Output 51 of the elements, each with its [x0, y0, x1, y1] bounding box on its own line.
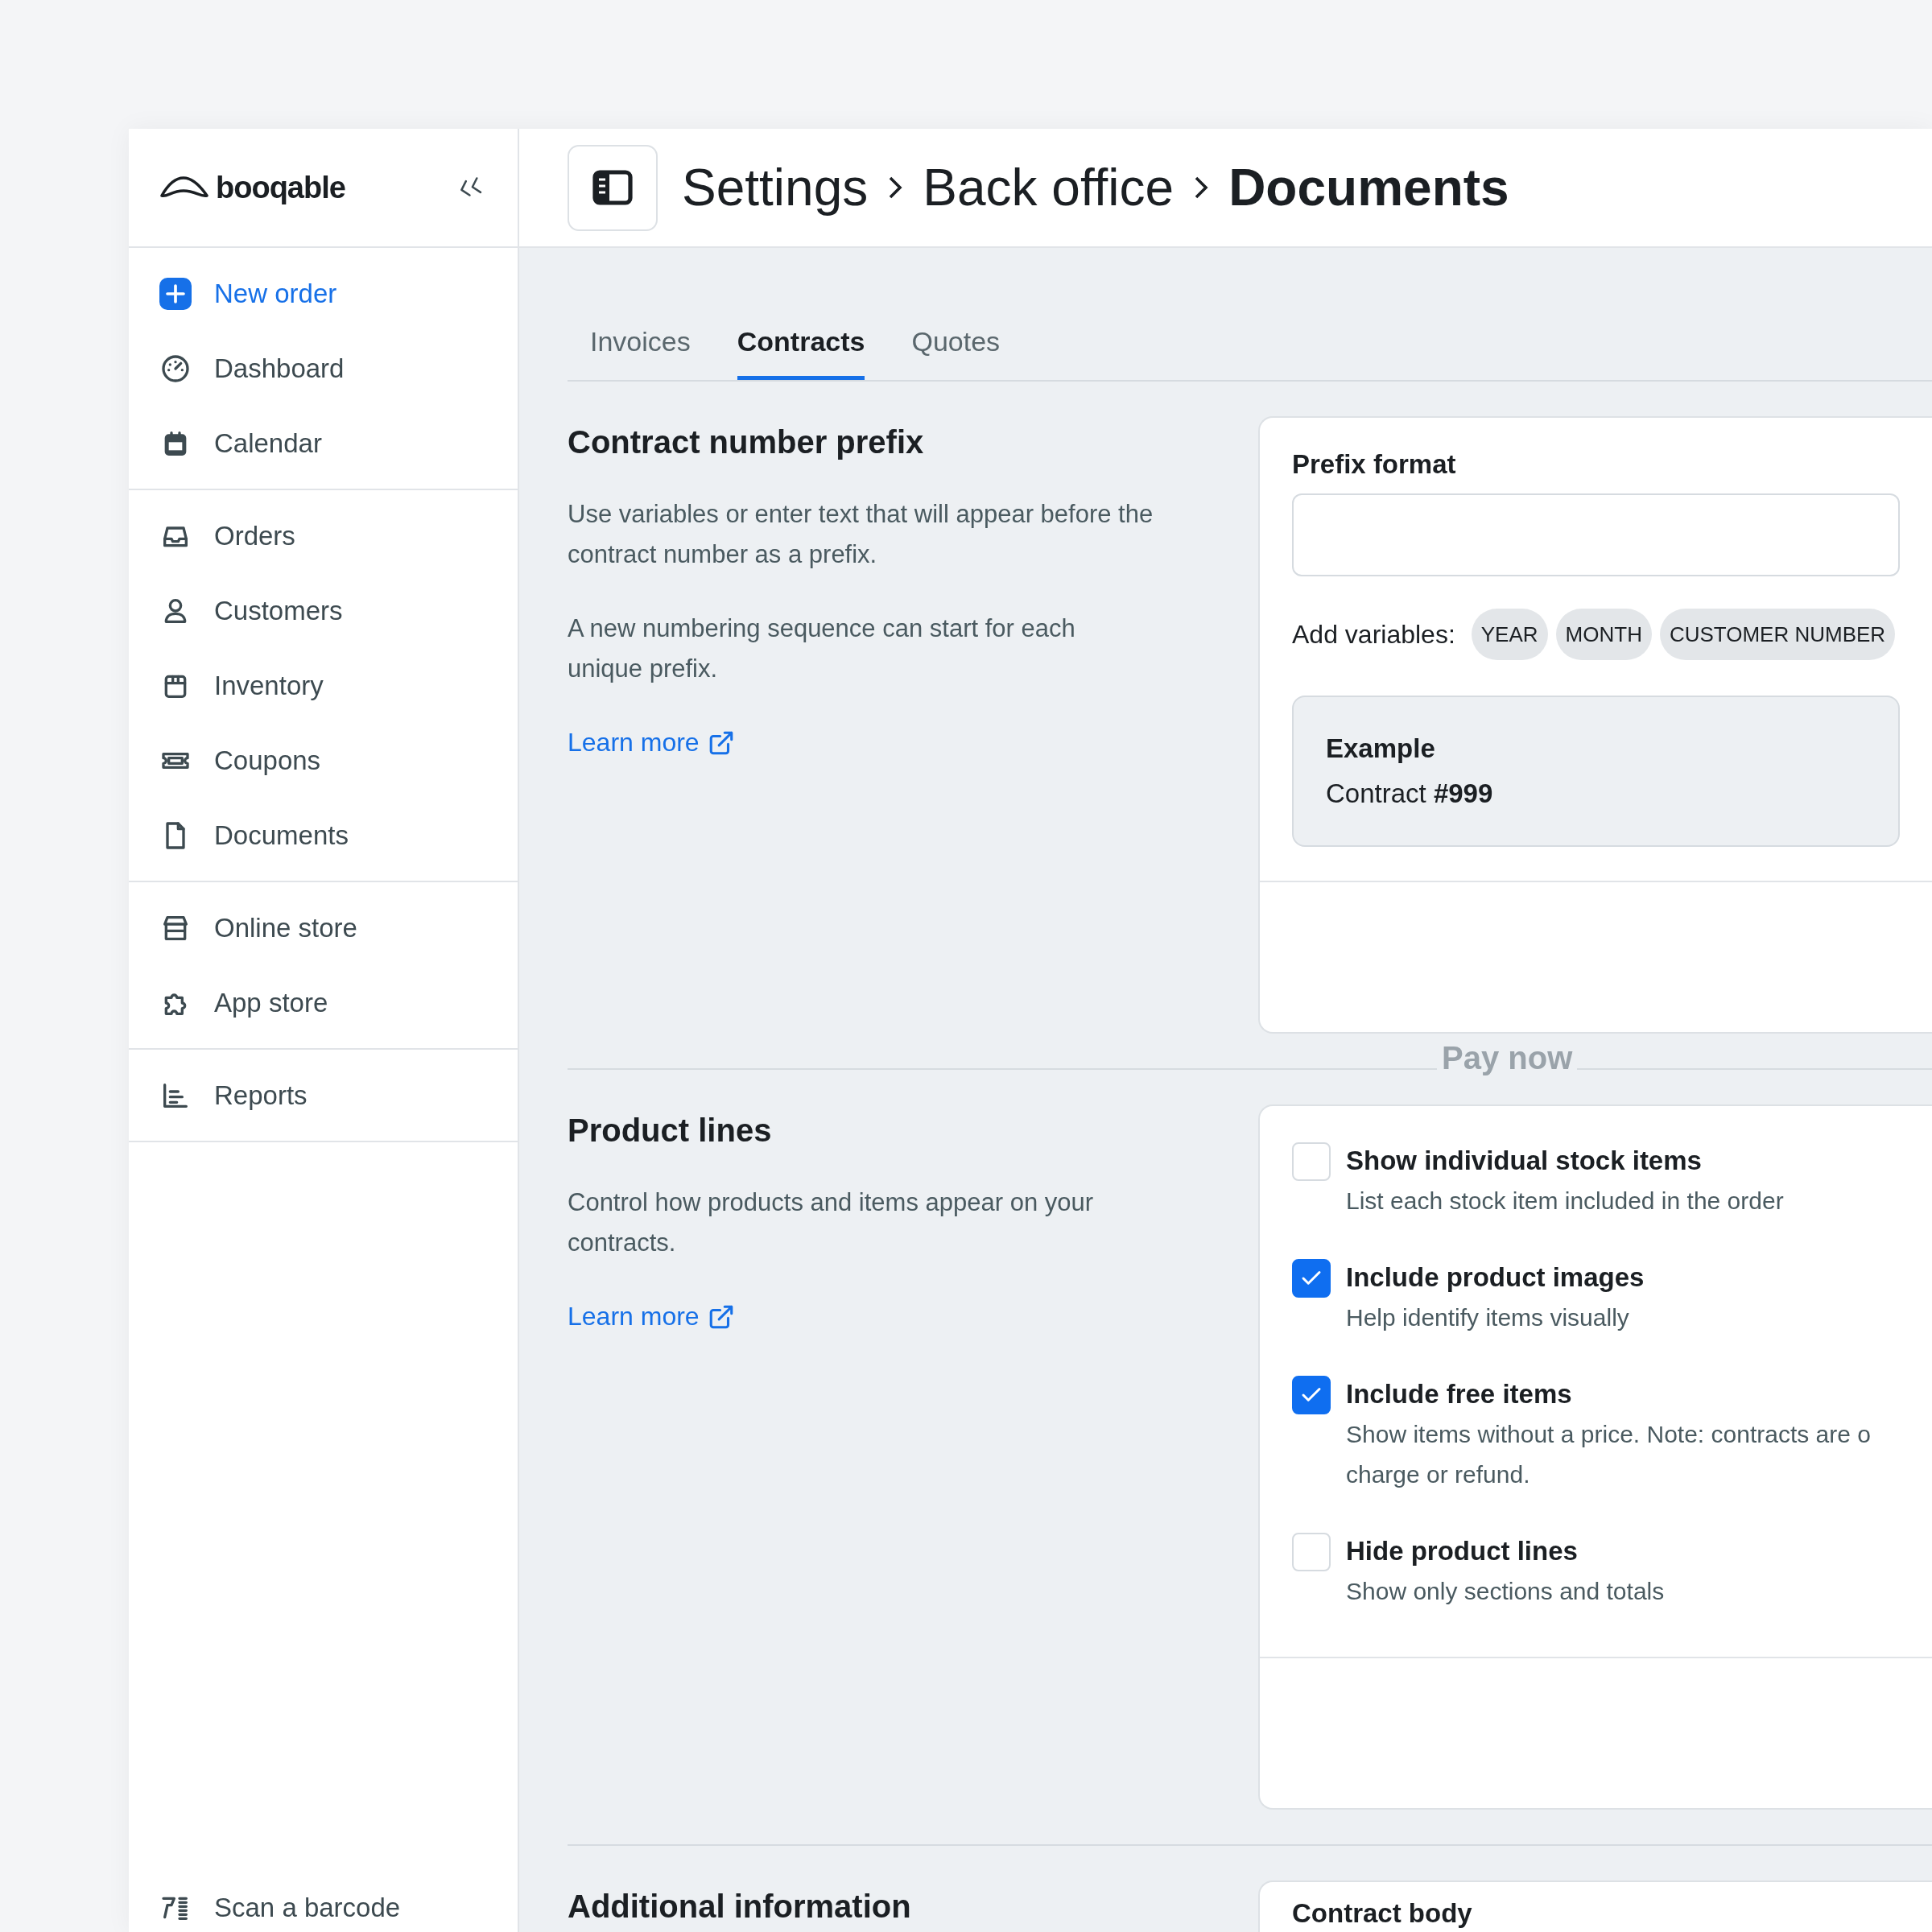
learn-more-link[interactable]: Learn more	[568, 1302, 735, 1331]
option-description: charge or refund.	[1346, 1460, 1531, 1489]
variables-label: Add variables:	[1292, 619, 1455, 650]
option-title: Show individual stock items	[1346, 1145, 1703, 1177]
sidebar-item[interactable]: Calendar	[129, 406, 518, 481]
checkbox[interactable]	[1292, 1376, 1331, 1414]
collapse-icon[interactable]	[458, 177, 482, 198]
section-description: A new numbering sequence can start for each unique prefix.	[568, 613, 1076, 684]
sidebar-item[interactable]: Dashboard	[129, 331, 518, 406]
section-title: Product lines	[568, 1113, 773, 1149]
option-description: Help identify items visually	[1346, 1303, 1630, 1332]
sidebar-item[interactable]: App store	[129, 965, 518, 1040]
plus-icon	[159, 277, 192, 310]
logo-text: booqable	[216, 170, 345, 205]
option-description: Show items without a price. Note: contracts are o	[1346, 1420, 1872, 1449]
option-title: Hide product lines	[1346, 1535, 1579, 1567]
breadcrumb-link[interactable]: Back office	[923, 158, 1174, 217]
example-text: Contract #999	[1326, 778, 1494, 810]
page-title: Documents	[1228, 158, 1509, 217]
checkbox[interactable]	[1292, 1259, 1331, 1298]
sidebar-item[interactable]: Documents	[129, 798, 518, 873]
field-label: Contract body	[1292, 1900, 1473, 1927]
variable-chip[interactable]: CUSTOMER NUMBER	[1659, 609, 1896, 660]
sidebar-item[interactable]: Orders	[129, 498, 518, 573]
prefix-input-field[interactable]	[1292, 493, 1900, 576]
variable-chip[interactable]: YEAR	[1471, 609, 1548, 660]
section-description: Use variables or enter text that will appear before the contract number as a prefix.	[568, 499, 1154, 570]
sidebar-item[interactable]: Online store	[129, 890, 518, 965]
sidebar-toggle-button[interactable]	[568, 144, 658, 231]
section-title: Additional information	[568, 1889, 912, 1925]
sidebar-item[interactable]: Customers	[129, 573, 518, 648]
sidebar-item[interactable]: Coupons	[129, 723, 518, 798]
breadcrumb-link[interactable]: Settings	[682, 158, 869, 217]
example-title: Example	[1326, 733, 1436, 765]
section-description: Control how products and items appear on your contracts.	[568, 1187, 1095, 1258]
option-title: Include free items	[1346, 1378, 1573, 1410]
new-order-button[interactable]: New order	[129, 256, 518, 331]
tab[interactable]: Contracts	[737, 312, 865, 380]
option-description: List each stock item included in the order	[1346, 1187, 1785, 1216]
option-description: Show only sections and totals	[1346, 1577, 1666, 1606]
learn-more-link[interactable]: Learn more	[568, 728, 735, 758]
section-title: Contract number prefix	[568, 424, 925, 460]
tab[interactable]: Invoices	[590, 312, 691, 380]
sidebar-item[interactable]: Inventory	[129, 648, 518, 723]
sidebar-item[interactable]: Scan a barcode	[129, 1884, 518, 1932]
field-label: Prefix format	[1292, 448, 1457, 481]
option-title: Include product images	[1346, 1261, 1645, 1294]
tab[interactable]: Quotes	[911, 312, 1001, 380]
sidebar-item[interactable]: Reports	[129, 1058, 518, 1133]
sidebar-icon	[592, 170, 633, 205]
variable-chip[interactable]: MONTH	[1555, 609, 1652, 660]
